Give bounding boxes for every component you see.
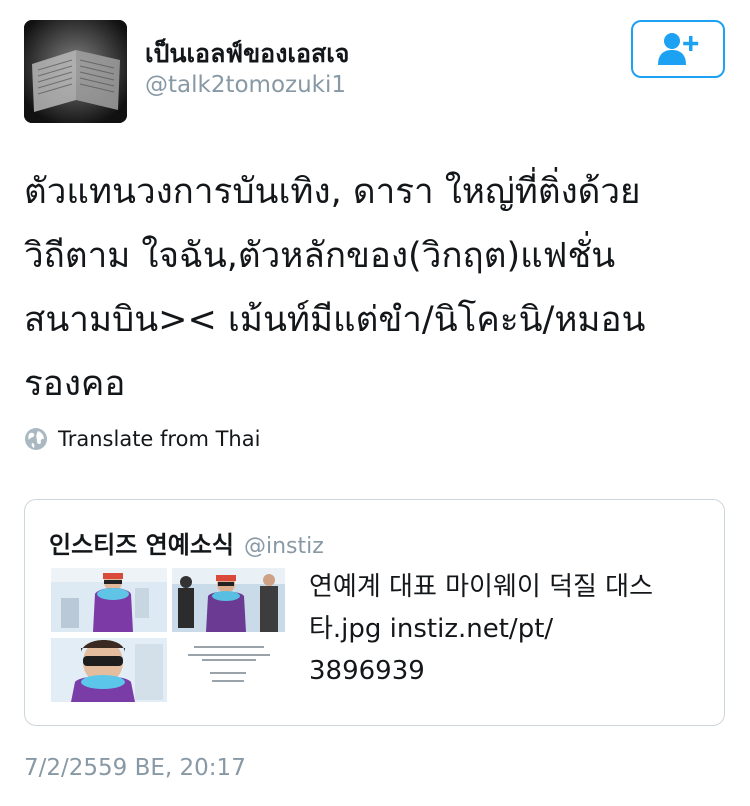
quoted-handle: @instiz <box>244 534 324 559</box>
tweet-text: ตัวแทนวงการบันเทิง, ดารา ใหญ่ที่ติ่งด้วย… <box>24 160 724 416</box>
tweet-text-line: วิถีตาม ใจฉัน,ตัวหลักของ(วิกฤต)แฟชั่น <box>24 236 616 276</box>
quoted-text-line: 연예계 대표 마이웨이 덕질 대스 <box>309 572 654 602</box>
quoted-media-thumbnails[interactable] <box>51 568 285 702</box>
tweet-timestamp[interactable]: 7/2/2559 BE, 20:17 <box>24 755 246 781</box>
avatar[interactable] <box>24 20 127 123</box>
add-user-icon <box>658 33 699 65</box>
quoted-display-name: 인스티즈 연예소식 <box>49 531 234 559</box>
tweet-text-line: ตัวแทนวงการบันเทิง, ดารา ใหญ่ที่ติ่งด้วย <box>24 172 641 212</box>
tweet-text-line: สนามบิน>< เม้นท์มีแต่ขำ/นิโคะนิ/หมอน <box>24 300 646 340</box>
avatar-photo <box>24 20 127 123</box>
quoted-tweet-card[interactable]: 인스티즈 연예소식 @instiz 연예계 대표 마이웨이 덕질 대스 타.jp… <box>24 499 725 726</box>
media-thumbnail[interactable] <box>172 638 285 702</box>
globe-icon <box>25 428 47 450</box>
quoted-author: 인스티즈 연예소식 @instiz <box>49 525 324 560</box>
quoted-text-line: 타.jpg instiz.net/pt/ <box>309 614 554 644</box>
media-thumbnail[interactable] <box>51 568 167 632</box>
display-name[interactable]: เป็นเอลฟ์ของเอสเจ <box>145 34 349 74</box>
translate-link[interactable]: Translate from Thai <box>24 425 260 453</box>
media-thumbnail[interactable] <box>172 568 285 632</box>
quoted-text-line: 3896939 <box>309 656 425 686</box>
user-handle[interactable]: @talk2tomozuki1 <box>145 72 346 98</box>
follow-button[interactable] <box>631 20 725 78</box>
tweet-text-line: รองคอ <box>24 364 126 404</box>
translate-label[interactable]: Translate from Thai <box>58 427 260 451</box>
media-thumbnail[interactable] <box>51 638 167 702</box>
quoted-tweet-text: 연예계 대표 마이웨이 덕질 대스 타.jpg instiz.net/pt/ 3… <box>309 566 709 692</box>
